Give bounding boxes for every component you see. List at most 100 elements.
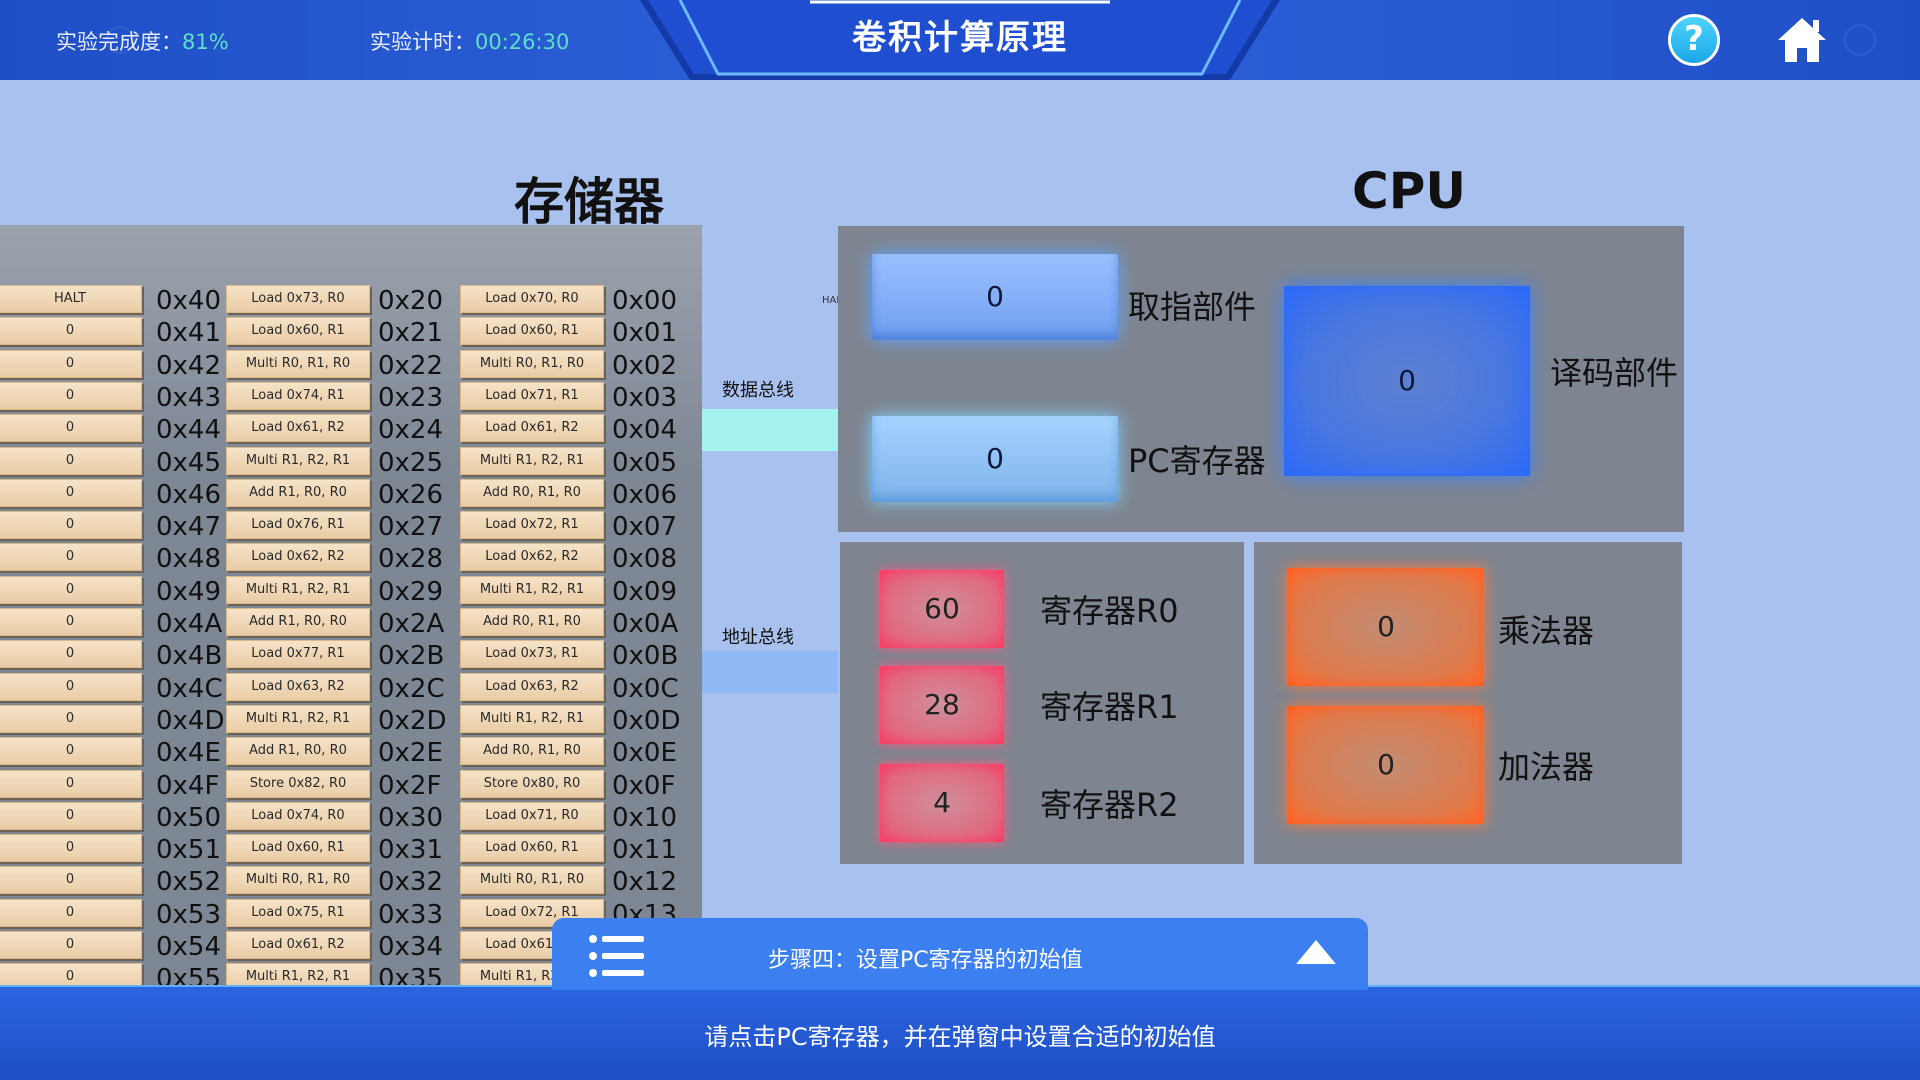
memory-cell[interactable]: Store 0x80, R0 xyxy=(460,769,604,798)
memory-cell[interactable]: 0 xyxy=(0,737,142,766)
memory-cell[interactable]: 0 xyxy=(0,801,142,830)
memory-cell[interactable]: Add R0, R1, R0 xyxy=(460,478,604,507)
memory-cell[interactable]: 0 xyxy=(0,414,142,443)
memory-address: 0x27 xyxy=(378,512,444,543)
multiplier-box[interactable]: 0 xyxy=(1288,568,1484,686)
memory-cell[interactable]: Load 0x61, R2 xyxy=(226,414,370,443)
memory-address: 0x04 xyxy=(612,415,678,446)
memory-cell[interactable]: 0 xyxy=(0,543,142,572)
memory-cell[interactable]: 0 xyxy=(0,769,142,798)
memory-cell[interactable]: Multi R1, R2, R1 xyxy=(460,446,604,475)
memory-cell[interactable]: 0 xyxy=(0,478,142,507)
memory-cell[interactable]: 0 xyxy=(0,349,142,378)
memory-cell[interactable]: Load 0x62, R2 xyxy=(460,543,604,572)
memory-cell[interactable]: Multi R1, R2, R1 xyxy=(460,704,604,733)
memory-cell[interactable]: Multi R0, R1, R0 xyxy=(460,349,604,378)
memory-cell[interactable]: Load 0x73, R0 xyxy=(226,285,370,313)
help-button[interactable]: ? xyxy=(1668,14,1720,66)
memory-cell[interactable]: 0 xyxy=(0,446,142,475)
memory-cell[interactable]: Load 0x73, R1 xyxy=(460,640,604,669)
memory-cell[interactable]: 0 xyxy=(0,640,142,669)
register-r2-box[interactable]: 4 xyxy=(880,764,1004,842)
memory-cell[interactable]: 0 xyxy=(0,511,142,540)
pc-register-box[interactable]: 0 xyxy=(872,416,1118,502)
memory-cell[interactable]: Load 0x74, R1 xyxy=(226,381,370,410)
pc-value: 0 xyxy=(986,442,1004,475)
memory-cell[interactable]: Load 0x60, R1 xyxy=(226,834,370,863)
memory-address: 0x07 xyxy=(612,512,678,543)
memory-cell[interactable]: 0 xyxy=(0,898,142,927)
memory-cell[interactable]: Multi R1, R2, R1 xyxy=(226,575,370,604)
data-bus xyxy=(702,409,838,451)
memory-cell[interactable]: Load 0x71, R1 xyxy=(460,381,604,410)
decode-value: 0 xyxy=(1398,364,1416,397)
memory-cell[interactable]: Multi R0, R1, R0 xyxy=(226,866,370,895)
memory-address: 0x25 xyxy=(378,447,444,478)
memory-address: 0x34 xyxy=(378,932,444,962)
timer-stat: 实验计时：00:26:30 xyxy=(370,26,569,56)
memory-cell[interactable]: Add R0, R1, R0 xyxy=(460,608,604,636)
step-panel: 步骤四：设置PC寄存器的初始值 xyxy=(552,918,1368,990)
memory-cell[interactable]: Load 0x76, R1 xyxy=(226,511,370,540)
memory-address: 0x0D xyxy=(612,705,681,736)
memory-cell[interactable]: 0 xyxy=(0,317,142,346)
memory-cell[interactable]: Multi R0, R1, R0 xyxy=(460,866,604,895)
memory-cell[interactable]: 0 xyxy=(0,608,142,636)
memory-cell[interactable]: Load 0x61, R2 xyxy=(460,414,604,443)
memory-cell[interactable]: HALT xyxy=(0,285,142,313)
memory-address: 0x2E xyxy=(378,738,443,769)
memory-cell[interactable]: Load 0x74, R0 xyxy=(226,801,370,830)
adder-box[interactable]: 0 xyxy=(1288,706,1484,824)
memory-cell[interactable]: Load 0x77, R1 xyxy=(226,640,370,669)
memory-cell[interactable]: 0 xyxy=(0,704,142,733)
memory-address: 0x40 xyxy=(156,286,222,316)
memory-cell[interactable]: Load 0x60, R1 xyxy=(460,834,604,863)
memory-cell[interactable]: 0 xyxy=(0,931,142,959)
list-menu-icon[interactable] xyxy=(588,934,644,978)
memory-cell[interactable]: Add R1, R0, R0 xyxy=(226,737,370,766)
memory-cell[interactable]: 0 xyxy=(0,575,142,604)
register-r0-box[interactable]: 60 xyxy=(880,570,1004,648)
fetch-unit-box[interactable]: 0 xyxy=(872,254,1118,340)
memory-cell[interactable]: Load 0x70, R0 xyxy=(460,285,604,313)
memory-cell[interactable]: Multi R1, R2, R1 xyxy=(226,446,370,475)
memory-address: 0x0B xyxy=(612,641,679,672)
memory-cell[interactable]: Multi R1, R2, R1 xyxy=(226,704,370,733)
memory-address: 0x20 xyxy=(378,286,444,316)
memory-cell[interactable]: Load 0x61, R2 xyxy=(226,931,370,959)
fetch-label: 取指部件 xyxy=(1128,288,1257,326)
memory-address: 0x53 xyxy=(156,899,222,930)
address-bus-label: 地址总线 xyxy=(722,627,794,648)
memory-cell[interactable]: Add R0, R1, R0 xyxy=(460,737,604,766)
memory-address: 0x46 xyxy=(156,479,222,510)
memory-cell[interactable]: 0 xyxy=(0,381,142,410)
memory-cell[interactable]: Add R1, R0, R0 xyxy=(226,608,370,636)
memory-address: 0x4B xyxy=(156,641,223,672)
chevron-up-icon[interactable] xyxy=(1294,938,1338,966)
memory-cell[interactable]: Load 0x60, R1 xyxy=(226,317,370,346)
register-panel: 60 寄存器R0 28 寄存器R1 4 寄存器R2 xyxy=(840,542,1244,864)
memory-cell[interactable]: 0 xyxy=(0,866,142,895)
memory-cell[interactable]: Load 0x63, R2 xyxy=(460,672,604,701)
memory-cell[interactable]: Load 0x60, R1 xyxy=(460,317,604,346)
timer-value: 00:26:30 xyxy=(475,30,570,54)
home-button[interactable] xyxy=(1776,14,1828,66)
memory-cell[interactable]: Add R1, R0, R0 xyxy=(226,478,370,507)
address-bus xyxy=(702,651,838,693)
memory-cell[interactable]: Multi R0, R1, R0 xyxy=(226,349,370,378)
memory-cell[interactable]: Store 0x82, R0 xyxy=(226,769,370,798)
memory-address: 0x28 xyxy=(378,544,444,575)
memory-cell[interactable]: Load 0x62, R2 xyxy=(226,543,370,572)
memory-cell[interactable]: Load 0x63, R2 xyxy=(226,672,370,701)
memory-cell[interactable]: Load 0x72, R1 xyxy=(460,511,604,540)
memory-cell[interactable]: 0 xyxy=(0,672,142,701)
memory-address: 0x50 xyxy=(156,802,222,833)
register-r1-box[interactable]: 28 xyxy=(880,666,1004,744)
decode-unit-box[interactable]: 0 xyxy=(1284,286,1530,476)
memory-cell[interactable]: 0 xyxy=(0,834,142,863)
memory-address: 0x01 xyxy=(612,318,678,349)
memory-cell[interactable]: Multi R1, R2, R1 xyxy=(460,575,604,604)
memory-cell[interactable]: Load 0x75, R1 xyxy=(226,898,370,927)
memory-address: 0x24 xyxy=(378,415,444,446)
memory-cell[interactable]: Load 0x71, R0 xyxy=(460,801,604,830)
